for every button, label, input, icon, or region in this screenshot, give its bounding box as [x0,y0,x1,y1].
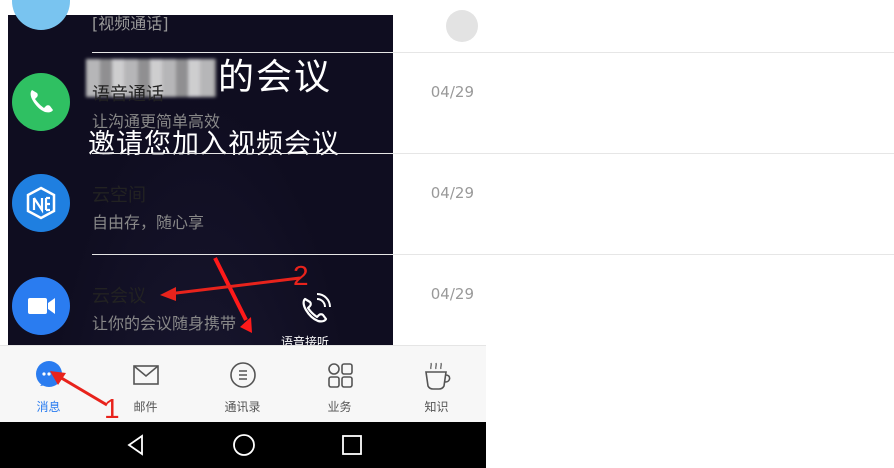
annotation-label-2: 2 [293,260,309,291]
annotation-label-1: 1 [104,393,120,424]
annotation-arrows [50,276,301,407]
message-list-screen: [视频通话] 语音通话 让沟通更简单高效 04/29 云空间 自由存，随心享 0… [0,0,894,468]
